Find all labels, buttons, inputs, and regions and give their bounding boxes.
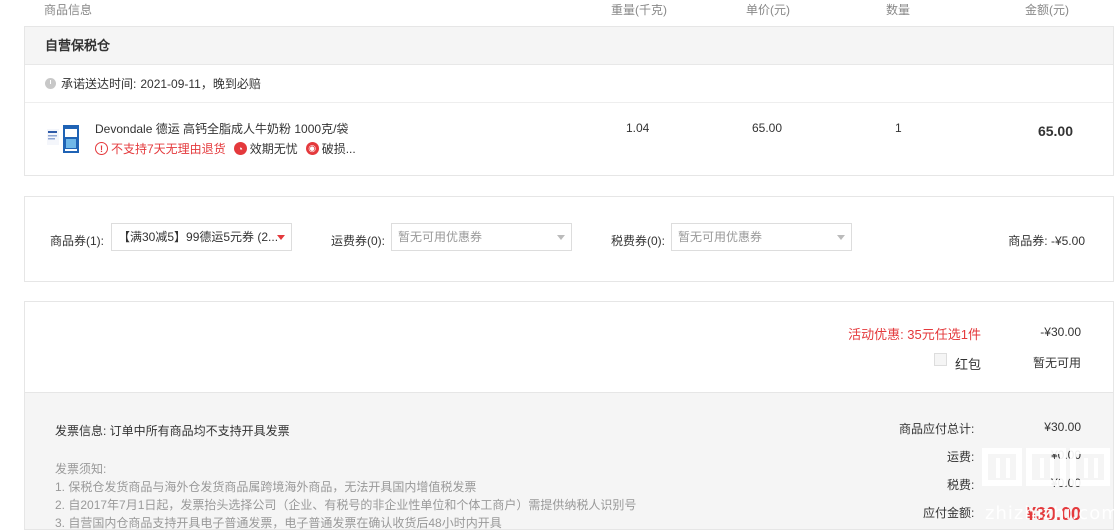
caret-down-icon bbox=[277, 235, 285, 240]
damage-tag[interactable]: ◉ 破损... bbox=[305, 140, 356, 157]
store-section: 自营保税仓 承诺送达时间: 2021-09-11 ，晚到必赔 Devondale… bbox=[24, 26, 1114, 176]
shipping-coupon-select[interactable]: 暂无可用优惠券 bbox=[391, 223, 572, 251]
payable-label: 应付金额: bbox=[923, 506, 975, 520]
service-tags: ! 不支持7天无理由退货 ◔ 效期无忧 ◉ 破损... bbox=[95, 140, 364, 157]
promise-label: 承诺送达时间: bbox=[61, 76, 137, 91]
promotion-label: 活动优惠: 35元任选1件 bbox=[848, 327, 981, 342]
tax-label: 税费: bbox=[947, 478, 975, 492]
invoice-note: 2. 自2017年7月1日起，发票抬头选择公司（企业、有税号的非企业性单位和个体… bbox=[55, 498, 637, 512]
item-total: 65.00 bbox=[1037, 123, 1073, 139]
header-unit-price: 单价(元) bbox=[746, 3, 790, 17]
coupon-discount-summary: 商品券: -¥5.00 bbox=[1008, 234, 1085, 248]
invoice-notes-title: 发票须知: bbox=[55, 462, 107, 476]
goods-total-value: ¥30.00 bbox=[1044, 420, 1081, 434]
clock-icon bbox=[45, 78, 56, 89]
shipping-coupon-value: 暂无可用优惠券 bbox=[398, 230, 483, 244]
no-return-tag: ! 不支持7天无理由退货 bbox=[95, 140, 226, 157]
expiry-label: 效期无忧 bbox=[249, 142, 298, 156]
tax-coupon-label: 税费券(0): bbox=[611, 234, 666, 248]
product-thumbnail[interactable] bbox=[45, 123, 81, 155]
tax-coupon-value: 暂无可用优惠券 bbox=[678, 230, 763, 244]
invoice-note: 3. 自营国内仓商品支持开具电子普通发票，电子普通发票在确认收货后48小时内开具 bbox=[55, 516, 502, 530]
invoice-notes: 发票须知: 1. 保税仓发货商品与海外仓发货商品属跨境海外商品，无法开具国内增值… bbox=[55, 460, 636, 530]
watermark-logo bbox=[982, 448, 1114, 486]
header-product-info: 商品信息 bbox=[44, 3, 93, 17]
no-return-label: 不支持7天无理由退货 bbox=[111, 142, 226, 156]
product-name[interactable]: Devondale 德运 高钙全脂成人牛奶粉 1000克/袋 bbox=[95, 120, 348, 137]
red-packet-label: 红包 bbox=[954, 357, 981, 372]
red-packet-checkbox[interactable] bbox=[934, 353, 947, 366]
invoice-info: 发票信息: 订单中所有商品均不支持开具发票 bbox=[55, 424, 290, 438]
watermark-glyph bbox=[1070, 448, 1110, 486]
column-header: 商品信息 重量(千克) 单价(元) 数量 金额(元) bbox=[0, 0, 1120, 18]
shipping-label: 运费: bbox=[947, 450, 975, 464]
item-weight: 1.04 bbox=[626, 121, 650, 135]
header-weight: 重量(千克) bbox=[611, 3, 667, 17]
watermark-glyph bbox=[1026, 448, 1066, 486]
order-item: Devondale 德运 高钙全脂成人牛奶粉 1000克/袋 ! 不支持7天无理… bbox=[25, 103, 1113, 175]
expiry-tag: ◔ 效期无忧 bbox=[233, 140, 298, 157]
invoice-section: 发票信息: 订单中所有商品均不支持开具发票 发票须知: 1. 保税仓发货商品与海… bbox=[24, 392, 1114, 530]
item-quantity: 1 bbox=[895, 121, 902, 135]
goods-coupon-value: 【满30减5】99德运5元券 (2... bbox=[118, 230, 279, 244]
watermark-glyph bbox=[982, 448, 1022, 486]
clock-badge-icon: ◔ bbox=[233, 142, 247, 155]
shipping-coupon-label: 运费券(0): bbox=[331, 234, 386, 248]
damage-label: 破损... bbox=[321, 142, 356, 156]
promotion-value: -¥30.00 bbox=[1040, 325, 1081, 339]
watermark-text: zhizhizhi.com bbox=[985, 503, 1120, 524]
promotion-section: 活动优惠: 35元任选1件 -¥30.00 红包 暂无可用 bbox=[24, 301, 1114, 393]
invoice-note: 1. 保税仓发货商品与海外仓发货商品属跨境海外商品，无法开具国内增值税发票 bbox=[55, 480, 477, 494]
goods-total-label: 商品应付总计: bbox=[899, 422, 975, 436]
delivery-promise: 承诺送达时间: 2021-09-11 ，晚到必赔 bbox=[25, 65, 1113, 103]
shield-badge-icon: ◉ bbox=[305, 142, 319, 155]
promise-date: 2021-09-11 bbox=[140, 76, 201, 91]
red-packet-status: 暂无可用 bbox=[1032, 356, 1081, 370]
goods-coupon-select[interactable]: 【满30减5】99德运5元券 (2... bbox=[111, 223, 292, 251]
header-quantity: 数量 bbox=[886, 3, 911, 17]
goods-coupon-label: 商品券(1): bbox=[50, 234, 105, 248]
coupon-section: 商品券(1): 【满30减5】99德运5元券 (2... 运费券(0): 暂无可… bbox=[24, 196, 1114, 282]
caret-down-icon bbox=[557, 235, 565, 240]
warning-icon: ! bbox=[95, 142, 108, 155]
item-unit-price: 65.00 bbox=[752, 121, 783, 135]
promise-note: ，晚到必赔 bbox=[200, 76, 261, 91]
header-amount: 金额(元) bbox=[1025, 3, 1069, 17]
caret-down-icon bbox=[837, 235, 845, 240]
store-title: 自营保税仓 bbox=[25, 27, 1113, 65]
tax-coupon-select[interactable]: 暂无可用优惠券 bbox=[671, 223, 852, 251]
